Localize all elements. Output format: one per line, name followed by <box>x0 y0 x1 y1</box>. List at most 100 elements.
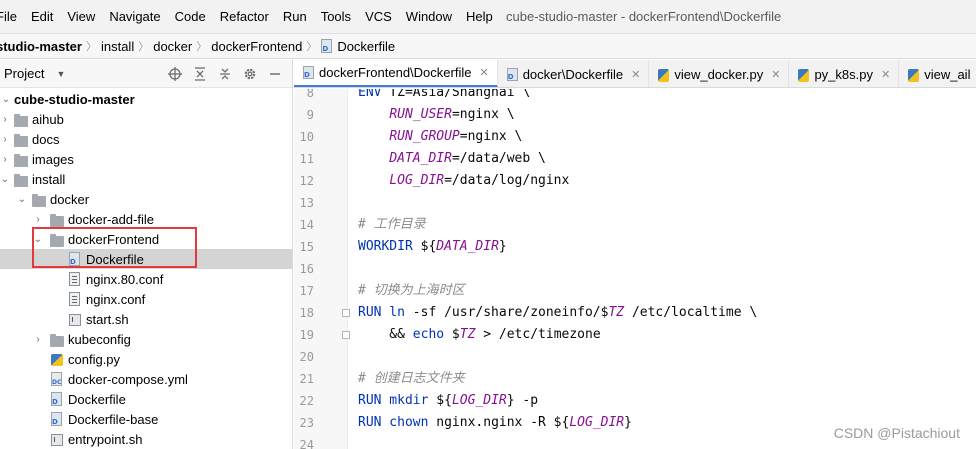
code-token: -sf /usr/share/zoneinfo/$ <box>404 305 609 320</box>
code-token: RUN <box>358 393 382 408</box>
chevron-right-icon[interactable]: › <box>0 113 11 125</box>
code-token: $ <box>444 327 460 342</box>
tab-dockerfrontend-dockerfile[interactable]: dockerFrontend\Dockerfile ✕ <box>294 60 498 87</box>
close-icon[interactable]: ✕ <box>881 68 890 81</box>
tree-item-label: docker <box>50 191 90 207</box>
folder-icon <box>14 173 28 187</box>
tab-view-ail[interactable]: view_ail <box>899 60 976 87</box>
code-line: 9 RUN_USER=nginx \ <box>294 104 976 126</box>
gear-icon[interactable] <box>243 67 257 81</box>
breadcrumb-file-label: Dockerfile <box>337 38 396 54</box>
tree-item-config-py[interactable]: config.py <box>0 349 292 369</box>
code-line: 13 <box>294 192 976 214</box>
tree-item-label: Dockerfile-base <box>68 411 159 427</box>
menu-run[interactable]: Run <box>276 0 314 34</box>
tree-item-docs[interactable]: › docs <box>0 129 292 149</box>
code-text: RUN mkdir ${LOG_DIR} -p <box>358 390 538 412</box>
folder-icon <box>14 133 28 147</box>
breadcrumb-file[interactable]: Dockerfile <box>321 34 396 58</box>
breadcrumb-docker[interactable]: docker <box>153 34 192 58</box>
menu-view[interactable]: View <box>60 0 102 34</box>
menu-window[interactable]: Window <box>399 0 459 34</box>
close-icon[interactable]: ✕ <box>631 68 640 81</box>
tree-item-start-sh[interactable]: start.sh <box>0 309 292 329</box>
chevron-right-icon[interactable]: › <box>32 333 44 345</box>
tree-item-label: images <box>32 151 74 167</box>
editor-tabs: dockerFrontend\Dockerfile ✕ docker\Docke… <box>294 60 976 88</box>
breadcrumb-dockerfrontend[interactable]: dockerFrontend <box>211 34 302 58</box>
dockerfile-icon <box>321 39 333 53</box>
project-view-selector[interactable]: Project <box>4 66 44 81</box>
code-text: LOG_DIR=/data/log/nginx <box>358 170 569 192</box>
menu-file[interactable]: File <box>0 0 24 34</box>
menu-refactor[interactable]: Refactor <box>213 0 276 34</box>
tree-item-dockerfile-selected[interactable]: Dockerfile <box>0 249 292 269</box>
tab-docker-dockerfile[interactable]: docker\Dockerfile ✕ <box>498 60 650 87</box>
menu-edit[interactable]: Edit <box>24 0 60 34</box>
watermark: CSDN @Pistachiout <box>833 425 960 441</box>
tree-item-install[interactable]: ⌄ install <box>0 169 292 189</box>
breadcrumb-install[interactable]: install <box>101 34 134 58</box>
menu-tools[interactable]: Tools <box>314 0 358 34</box>
tree-item-docker-compose[interactable]: docker-compose.yml <box>0 369 292 389</box>
tree-item-images[interactable]: › images <box>0 149 292 169</box>
fold-marker-icon[interactable] <box>342 331 350 339</box>
collapse-all-icon[interactable] <box>218 67 232 81</box>
code-editor[interactable]: 8 ENV TZ=Asia/Shanghai \ 9 RUN_USER=nginx … <box>294 89 976 449</box>
menu-vcs[interactable]: VCS <box>358 0 399 34</box>
menu-code[interactable]: Code <box>168 0 213 34</box>
tab-py-k8s-py[interactable]: py_k8s.py ✕ <box>789 60 900 87</box>
menu-navigate[interactable]: Navigate <box>102 0 167 34</box>
code-line: 11 DATA_DIR=/data/web \ <box>294 148 976 170</box>
tree-item-label: aihub <box>32 111 64 127</box>
breadcrumb-project[interactable]: studio-master <box>0 34 82 58</box>
tree-item-dockerfile[interactable]: Dockerfile <box>0 389 292 409</box>
code-line: 8 ENV TZ=Asia/Shanghai \ <box>294 89 976 104</box>
tree-item-label: config.py <box>68 351 121 367</box>
chevron-down-icon[interactable]: ⌄ <box>0 93 12 105</box>
tree-item-entrypoint-sh[interactable]: entrypoint.sh <box>0 429 292 449</box>
tree-item-docker[interactable]: ⌄ docker <box>0 189 292 209</box>
tab-label: docker\Dockerfile <box>522 66 624 82</box>
chevron-right-icon[interactable]: › <box>0 153 11 165</box>
chevron-right-icon[interactable]: › <box>0 133 11 145</box>
code-token: } -p <box>506 393 539 408</box>
tree-item-label: docker-add-file <box>68 211 154 227</box>
tree-item-nginx80-conf[interactable]: nginx.80.conf <box>0 269 292 289</box>
code-text: # 切换为上海时区 <box>358 280 465 302</box>
close-icon[interactable]: ✕ <box>771 68 780 81</box>
breadcrumb-separator-icon: 〉 <box>196 41 208 53</box>
hide-panel-icon[interactable] <box>268 67 282 81</box>
code-text: RUN chown nginx.nginx -R ${LOG_DIR} <box>358 412 632 434</box>
chevron-right-icon[interactable]: › <box>32 213 44 225</box>
tree-item-nginx-conf[interactable]: nginx.conf <box>0 289 292 309</box>
expand-all-icon[interactable] <box>193 67 207 81</box>
chevron-down-icon[interactable]: ▼ <box>56 69 65 79</box>
tab-view-docker-py[interactable]: view_docker.py ✕ <box>649 60 790 87</box>
locate-file-icon[interactable] <box>168 67 182 81</box>
chevron-down-icon[interactable]: ⌄ <box>0 173 11 185</box>
tree-item-dockerfrontend[interactable]: ⌄ dockerFrontend <box>0 229 292 249</box>
code-token: TZ=Asia/Shanghai \ <box>381 89 531 100</box>
tree-item-label: start.sh <box>86 311 129 327</box>
tree-item-dockerfile-base[interactable]: Dockerfile-base <box>0 409 292 429</box>
code-text: ENV TZ=Asia/Shanghai \ <box>358 89 530 104</box>
close-icon[interactable]: ✕ <box>479 66 488 79</box>
code-token: ENV <box>358 89 382 100</box>
tree-item-label: Dockerfile <box>86 251 144 267</box>
fold-marker-icon[interactable] <box>342 309 350 317</box>
tree-item-aihub[interactable]: › aihub <box>0 109 292 129</box>
code-line: 14 # 工作目录 <box>294 214 976 236</box>
code-line: 16 <box>294 258 976 280</box>
code-token: =/data/log/nginx <box>444 173 570 188</box>
tree-item-kubeconfig[interactable]: › kubeconfig <box>0 329 292 349</box>
chevron-down-icon[interactable]: ⌄ <box>32 233 44 245</box>
tree-item-root[interactable]: ⌄ cube-studio-master <box>0 89 292 109</box>
dockerfile-icon <box>51 392 62 406</box>
menu-help[interactable]: Help <box>459 0 500 34</box>
chevron-down-icon[interactable]: ⌄ <box>16 193 28 205</box>
tree-item-docker-add-file[interactable]: › docker-add-file <box>0 209 292 229</box>
code-token: RUN_USER <box>389 107 452 122</box>
python-file-icon <box>51 354 63 366</box>
